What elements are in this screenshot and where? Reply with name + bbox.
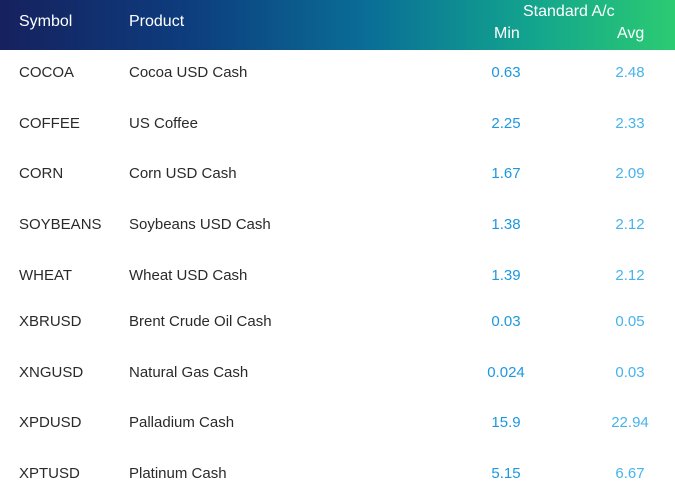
row-avg-spread: 2.12: [615, 267, 645, 284]
row-avg-spread: 2.09: [615, 165, 645, 182]
column-group-header-standard-account: Standard A/c: [523, 3, 615, 20]
column-header-min: Min: [494, 25, 520, 42]
row-symbol: SOYBEANS: [19, 216, 102, 233]
row-avg-spread: 22.94: [611, 414, 649, 431]
row-product: Brent Crude Oil Cash: [129, 313, 272, 330]
row-symbol: COFFEE: [19, 115, 80, 132]
row-avg-spread: 2.12: [615, 216, 645, 233]
row-avg-spread: 6.67: [615, 465, 645, 482]
table-row: XNGUSD Natural Gas Cash 0.024 0.03: [0, 362, 675, 386]
row-symbol: XPTUSD: [19, 465, 80, 482]
row-min-spread: 0.024: [487, 364, 525, 381]
row-avg-spread: 2.48: [615, 64, 645, 81]
row-avg-spread: 0.05: [615, 313, 645, 330]
row-product: Platinum Cash: [129, 465, 227, 482]
row-symbol: WHEAT: [19, 267, 73, 284]
row-product: US Coffee: [129, 115, 198, 132]
row-symbol: XPDUSD: [19, 414, 82, 431]
row-product: Palladium Cash: [129, 414, 235, 431]
row-min-spread: 0.03: [491, 313, 521, 330]
column-header-avg: Avg: [617, 25, 645, 42]
row-min-spread: 15.9: [491, 414, 521, 431]
row-symbol: COCOA: [19, 64, 75, 81]
row-avg-spread: 0.03: [615, 364, 645, 381]
table-row: XBRUSD Brent Crude Oil Cash 0.03 0.05: [0, 311, 675, 335]
column-header-symbol: Symbol: [19, 13, 73, 30]
row-min-spread: 2.25: [491, 115, 521, 132]
spreads-table: Symbol Product Standard A/c Min Avg COCO…: [0, 0, 675, 493]
table-row: COFFEE US Coffee 2.25 2.33: [0, 113, 675, 137]
row-min-spread: 1.67: [491, 165, 521, 182]
table-row: SOYBEANS Soybeans USD Cash 1.38 2.12: [0, 214, 675, 238]
table-row: WHEAT Wheat USD Cash 1.39 2.12: [0, 265, 675, 289]
row-symbol: XNGUSD: [19, 364, 84, 381]
table-row: COCOA Cocoa USD Cash 0.63 2.48: [0, 62, 675, 86]
row-product: Soybeans USD Cash: [129, 216, 271, 233]
table-row: CORN Corn USD Cash 1.67 2.09: [0, 163, 675, 187]
table-header: Symbol Product Standard A/c Min Avg: [0, 0, 675, 50]
row-symbol: XBRUSD: [19, 313, 82, 330]
row-min-spread: 0.63: [491, 64, 521, 81]
row-min-spread: 1.38: [491, 216, 521, 233]
row-product: Cocoa USD Cash: [129, 64, 248, 81]
row-min-spread: 1.39: [491, 267, 521, 284]
column-header-product: Product: [129, 13, 185, 30]
row-product: Corn USD Cash: [129, 165, 237, 182]
table-row: XPTUSD Platinum Cash 5.15 6.67: [0, 463, 675, 487]
row-product: Natural Gas Cash: [129, 364, 249, 381]
table-row: XPDUSD Palladium Cash 15.9 22.94: [0, 412, 675, 436]
row-symbol: CORN: [19, 165, 64, 182]
row-min-spread: 5.15: [491, 465, 521, 482]
row-avg-spread: 2.33: [615, 115, 645, 132]
row-product: Wheat USD Cash: [129, 267, 248, 284]
